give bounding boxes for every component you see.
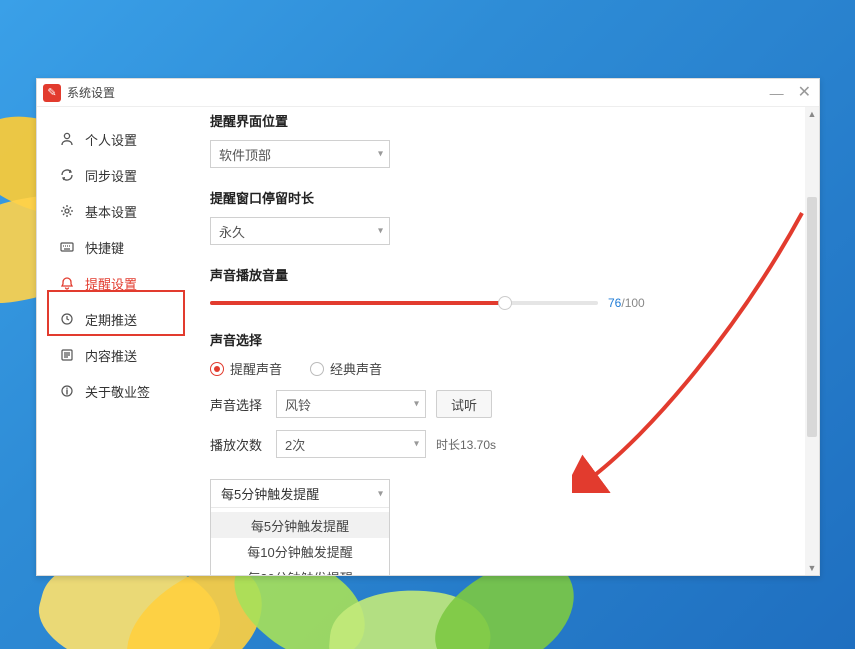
sidebar-item-label: 定期推送 <box>85 310 137 329</box>
select-value: 软件顶部 <box>219 145 271 164</box>
sound-select-label: 声音选择 <box>210 395 266 414</box>
scrollbar-thumb[interactable] <box>807 197 817 437</box>
vertical-scrollbar[interactable]: ▲ ▼ <box>805 107 819 575</box>
clock-icon <box>59 311 75 327</box>
sound-select[interactable]: 风铃 ▾ <box>276 390 426 418</box>
gear-icon <box>59 203 75 219</box>
sidebar-item-content-push[interactable]: 内容推送 <box>37 337 192 373</box>
desktop-background: ✎ 系统设置 — ✕ 个人设置 同步设置 基本设置 <box>0 0 855 649</box>
sidebar-item-label: 提醒设置 <box>85 274 137 293</box>
remind-position-select[interactable]: 软件顶部 ▾ <box>210 140 390 168</box>
section-volume-title: 声音播放音量 <box>210 265 732 284</box>
radio-label: 经典声音 <box>330 359 382 378</box>
scroll-down-button[interactable]: ▼ <box>805 561 819 575</box>
sidebar-item-basic[interactable]: 基本设置 <box>37 193 192 229</box>
radio-dot-icon <box>210 362 224 376</box>
interval-select[interactable]: 每5分钟触发提醒 ▾ <box>211 480 389 508</box>
duration-text: 时长13.70s <box>436 436 496 453</box>
window-body: 个人设置 同步设置 基本设置 快捷键 提醒设置 <box>37 107 819 575</box>
volume-slider-thumb[interactable] <box>498 296 512 310</box>
section-sound-title: 声音选择 <box>210 330 732 349</box>
sidebar-item-personal[interactable]: 个人设置 <box>37 121 192 157</box>
interval-option[interactable]: 每5分钟触发提醒 <box>211 512 389 538</box>
sidebar-item-label: 快捷键 <box>85 238 124 257</box>
interval-options: 每5分钟触发提醒 每10分钟触发提醒 每30分钟触发提醒 <box>211 508 389 575</box>
settings-window: ✎ 系统设置 — ✕ 个人设置 同步设置 基本设置 <box>36 78 820 576</box>
scroll-up-button[interactable]: ▲ <box>805 107 819 121</box>
sidebar: 个人设置 同步设置 基本设置 快捷键 提醒设置 <box>37 107 192 575</box>
volume-slider-fill <box>210 301 505 305</box>
sidebar-item-reminder[interactable]: 提醒设置 <box>37 265 192 301</box>
play-count-select[interactable]: 2次 ▾ <box>276 430 426 458</box>
remind-duration-select[interactable]: 永久 ▾ <box>210 217 390 245</box>
select-value: 2次 <box>285 435 305 454</box>
radio-dot-icon <box>310 362 324 376</box>
titlebar: ✎ 系统设置 — ✕ <box>37 79 819 107</box>
select-value: 每5分钟触发提醒 <box>221 484 319 503</box>
section-remind-duration-title: 提醒窗口停留时长 <box>210 188 732 207</box>
chevron-down-icon: ▾ <box>414 399 419 410</box>
info-icon <box>59 383 75 399</box>
radio-remind-sound[interactable]: 提醒声音 <box>210 359 282 378</box>
app-icon: ✎ <box>43 84 61 102</box>
content-pane: 提醒界面位置 软件顶部 ▾ 提醒窗口停留时长 永久 ▾ <box>192 107 819 575</box>
sidebar-item-label: 个人设置 <box>85 130 137 149</box>
select-value: 永久 <box>219 222 245 241</box>
chevron-down-icon: ▾ <box>414 439 419 450</box>
select-value: 风铃 <box>285 395 311 414</box>
note-icon <box>59 347 75 363</box>
sidebar-item-label: 关于敬业签 <box>85 382 150 401</box>
interval-select-open: 每5分钟触发提醒 ▾ 每5分钟触发提醒 每10分钟触发提醒 每30分钟触发提醒 <box>210 479 390 575</box>
radio-classic-sound[interactable]: 经典声音 <box>310 359 382 378</box>
window-title: 系统设置 <box>67 84 770 101</box>
sync-icon <box>59 167 75 183</box>
window-controls: — ✕ <box>770 86 811 100</box>
section-remind-position-title: 提醒界面位置 <box>210 111 732 130</box>
minimize-button[interactable]: — <box>770 86 784 100</box>
chevron-down-icon: ▾ <box>378 488 383 499</box>
sidebar-item-schedule-push[interactable]: 定期推送 <box>37 301 192 337</box>
play-count-label: 播放次数 <box>210 435 266 454</box>
interval-option[interactable]: 每10分钟触发提醒 <box>211 538 389 564</box>
sidebar-item-about[interactable]: 关于敬业签 <box>37 373 192 409</box>
close-button[interactable]: ✕ <box>798 86 811 100</box>
sidebar-item-shortcuts[interactable]: 快捷键 <box>37 229 192 265</box>
radio-label: 提醒声音 <box>230 359 282 378</box>
sidebar-item-label: 基本设置 <box>85 202 137 221</box>
bell-icon <box>59 275 75 291</box>
chevron-down-icon: ▾ <box>378 149 383 160</box>
chevron-down-icon: ▾ <box>378 226 383 237</box>
sidebar-item-label: 同步设置 <box>85 166 137 185</box>
person-icon <box>59 131 75 147</box>
sidebar-item-sync[interactable]: 同步设置 <box>37 157 192 193</box>
interval-option[interactable]: 每30分钟触发提醒 <box>211 564 389 575</box>
sidebar-item-label: 内容推送 <box>85 346 137 365</box>
preview-button[interactable]: 试听 <box>436 390 492 418</box>
volume-slider[interactable] <box>210 301 598 305</box>
keyboard-icon <box>59 239 75 255</box>
volume-readout: 76/100 <box>608 296 645 310</box>
